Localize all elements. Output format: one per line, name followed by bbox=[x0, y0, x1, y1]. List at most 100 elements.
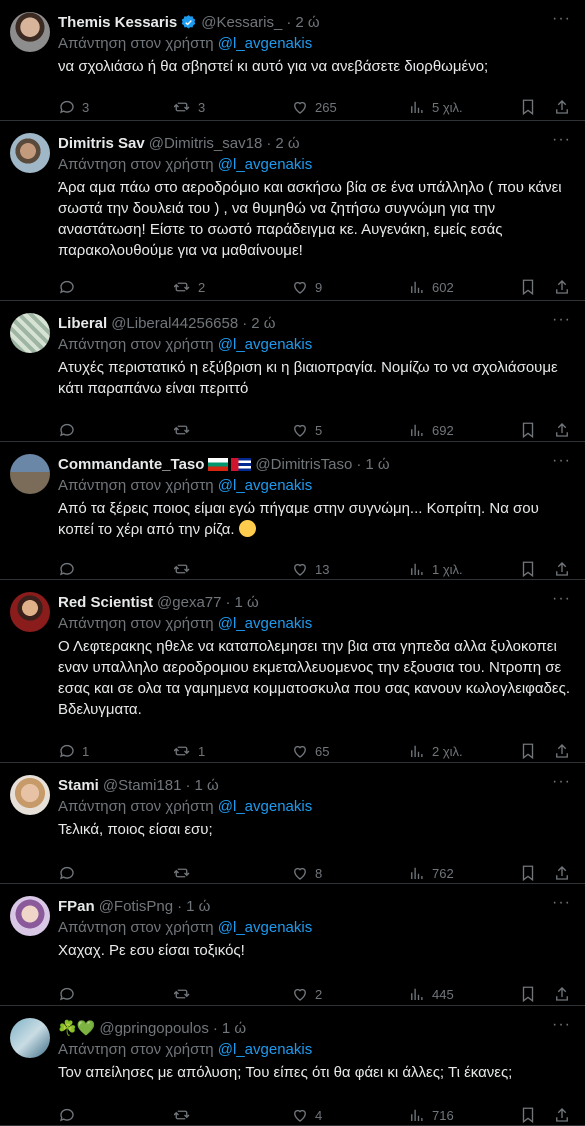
more-icon[interactable]: ··· bbox=[552, 312, 571, 328]
bookmark-button[interactable] bbox=[519, 421, 537, 439]
share-button[interactable] bbox=[553, 421, 571, 439]
bookmark-button[interactable] bbox=[519, 864, 537, 882]
share-button[interactable] bbox=[553, 985, 571, 1003]
user-handle[interactable]: @Kessaris_ bbox=[201, 14, 282, 31]
user-handle[interactable]: @Stami181 bbox=[103, 777, 182, 794]
like-button[interactable]: 265 bbox=[291, 98, 337, 116]
reply-tweet[interactable]: Commandante_Taso @DimitrisTaso · 1 ώ ··· Απάν… bbox=[0, 442, 585, 580]
avatar[interactable] bbox=[10, 896, 50, 936]
timestamp[interactable]: 2 ώ bbox=[295, 14, 319, 31]
share-button[interactable] bbox=[553, 278, 571, 296]
user-handle[interactable]: @DimitrisTaso bbox=[255, 456, 352, 473]
reply-target-link[interactable]: @l_avgenakis bbox=[218, 156, 312, 173]
like-button[interactable]: 2 bbox=[291, 985, 322, 1003]
retweet-button[interactable]: 3 bbox=[174, 98, 205, 116]
user-handle[interactable]: @Liberal44256658 bbox=[111, 315, 238, 332]
bookmark-button[interactable] bbox=[519, 560, 537, 578]
reply-tweet[interactable]: Red Scientist @gexa77 · 1 ώ ··· Απάντηση στον… bbox=[0, 580, 585, 763]
reply-tweet[interactable]: Themis Kessaris @Kessaris_ · 2 ώ ··· Απάντηση… bbox=[0, 0, 585, 121]
timestamp[interactable]: 1 ώ bbox=[194, 777, 218, 794]
avatar[interactable] bbox=[10, 12, 50, 52]
timestamp[interactable]: 1 ώ bbox=[186, 898, 210, 915]
reply-target-link[interactable]: @l_avgenakis bbox=[218, 35, 312, 52]
display-name[interactable]: FPan bbox=[58, 898, 95, 915]
more-icon[interactable]: ··· bbox=[552, 132, 571, 148]
share-button[interactable] bbox=[553, 864, 571, 882]
more-icon[interactable]: ··· bbox=[552, 774, 571, 790]
avatar[interactable] bbox=[10, 133, 50, 173]
timestamp[interactable]: 2 ώ bbox=[251, 315, 275, 332]
reply-target-link[interactable]: @l_avgenakis bbox=[218, 919, 312, 936]
timestamp[interactable]: 2 ώ bbox=[275, 135, 299, 152]
share-button[interactable] bbox=[553, 560, 571, 578]
avatar[interactable] bbox=[10, 313, 50, 353]
display-name[interactable]: Red Scientist bbox=[58, 594, 153, 611]
like-button[interactable]: 8 bbox=[291, 864, 322, 882]
bookmark-button[interactable] bbox=[519, 278, 537, 296]
retweet-button[interactable] bbox=[174, 560, 198, 578]
views-button[interactable]: 445 bbox=[408, 985, 454, 1003]
reply-tweet[interactable]: Dimitris Sav @Dimitris_sav18 · 2 ώ ··· Απάντη… bbox=[0, 121, 585, 301]
reply-target-link[interactable]: @l_avgenakis bbox=[218, 477, 312, 494]
reply-button[interactable] bbox=[58, 560, 82, 578]
reply-button[interactable] bbox=[58, 985, 82, 1003]
display-name[interactable]: Dimitris Sav bbox=[58, 135, 145, 152]
reply-target-link[interactable]: @l_avgenakis bbox=[218, 798, 312, 815]
display-name[interactable]: Stami bbox=[58, 777, 99, 794]
reply-tweet[interactable]: Liberal @Liberal44256658 · 2 ώ ··· Απάντηση σ… bbox=[0, 301, 585, 442]
reply-button[interactable]: 1 bbox=[58, 742, 89, 760]
like-button[interactable]: 65 bbox=[291, 742, 329, 760]
timestamp[interactable]: 1 ώ bbox=[234, 594, 258, 611]
bookmark-button[interactable] bbox=[519, 985, 537, 1003]
bookmark-button[interactable] bbox=[519, 742, 537, 760]
display-name[interactable]: ☘️💚 bbox=[58, 1019, 95, 1037]
retweet-button[interactable] bbox=[174, 985, 198, 1003]
share-button[interactable] bbox=[553, 98, 571, 116]
avatar[interactable] bbox=[10, 775, 50, 815]
share-button[interactable] bbox=[553, 742, 571, 760]
views-button[interactable]: 5 χιλ. bbox=[408, 98, 463, 116]
avatar[interactable] bbox=[10, 592, 50, 632]
reply-button[interactable] bbox=[58, 1106, 82, 1124]
retweet-button[interactable]: 2 bbox=[174, 278, 205, 296]
more-icon[interactable]: ··· bbox=[552, 591, 571, 607]
avatar[interactable] bbox=[10, 454, 50, 494]
bookmark-button[interactable] bbox=[519, 1106, 537, 1124]
reply-target-link[interactable]: @l_avgenakis bbox=[218, 336, 312, 353]
retweet-button[interactable] bbox=[174, 421, 198, 439]
like-button[interactable]: 13 bbox=[291, 560, 329, 578]
reply-tweet[interactable]: ☘️💚 @gpringopoulos · 1 ώ ··· Απάντηση στον χρ… bbox=[0, 1006, 585, 1126]
user-handle[interactable]: @gexa77 bbox=[157, 594, 221, 611]
more-icon[interactable]: ··· bbox=[552, 895, 571, 911]
reply-tweet[interactable]: FPan @FotisPng · 1 ώ ··· Απάντηση στον χρήστη… bbox=[0, 884, 585, 1006]
share-button[interactable] bbox=[553, 1106, 571, 1124]
views-button[interactable]: 692 bbox=[408, 421, 454, 439]
reply-button[interactable]: 3 bbox=[58, 98, 89, 116]
user-handle[interactable]: @Dimitris_sav18 bbox=[149, 135, 263, 152]
more-icon[interactable]: ··· bbox=[552, 1017, 571, 1033]
retweet-button[interactable] bbox=[174, 1106, 198, 1124]
display-name[interactable]: Themis Kessaris bbox=[58, 14, 177, 31]
views-button[interactable]: 762 bbox=[408, 864, 454, 882]
display-name[interactable]: Commandante_Taso bbox=[58, 456, 204, 473]
views-button[interactable]: 2 χιλ. bbox=[408, 742, 463, 760]
user-handle[interactable]: @gpringopoulos bbox=[99, 1020, 208, 1037]
views-button[interactable]: 1 χιλ. bbox=[408, 560, 463, 578]
like-button[interactable]: 5 bbox=[291, 421, 322, 439]
avatar[interactable] bbox=[10, 1018, 50, 1058]
retweet-button[interactable]: 1 bbox=[174, 742, 205, 760]
more-icon[interactable]: ··· bbox=[552, 453, 571, 469]
display-name[interactable]: Liberal bbox=[58, 315, 107, 332]
like-button[interactable]: 4 bbox=[291, 1106, 322, 1124]
bookmark-button[interactable] bbox=[519, 98, 537, 116]
timestamp[interactable]: 1 ώ bbox=[365, 456, 389, 473]
like-button[interactable]: 9 bbox=[291, 278, 322, 296]
views-button[interactable]: 716 bbox=[408, 1106, 454, 1124]
reply-tweet[interactable]: Stami @Stami181 · 1 ώ ··· Απάντηση στον χρήστ… bbox=[0, 763, 585, 884]
user-handle[interactable]: @FotisPng bbox=[99, 898, 173, 915]
timestamp[interactable]: 1 ώ bbox=[222, 1020, 246, 1037]
reply-button[interactable] bbox=[58, 278, 82, 296]
reply-target-link[interactable]: @l_avgenakis bbox=[218, 615, 312, 632]
reply-target-link[interactable]: @l_avgenakis bbox=[218, 1041, 312, 1058]
more-icon[interactable]: ··· bbox=[552, 11, 571, 27]
